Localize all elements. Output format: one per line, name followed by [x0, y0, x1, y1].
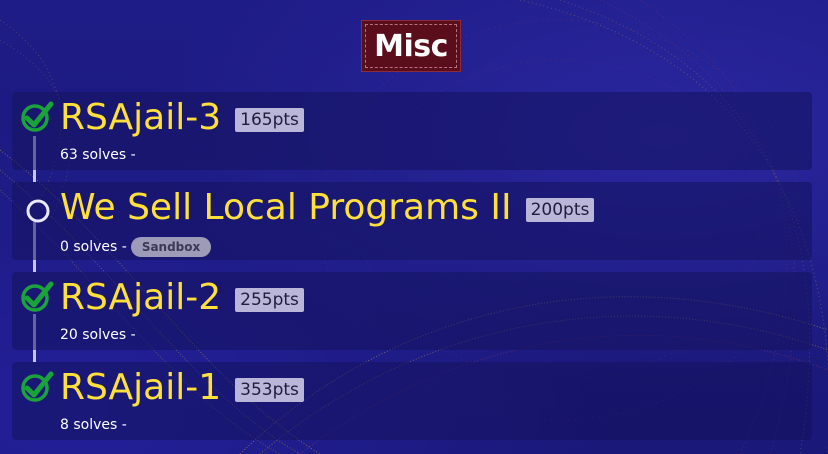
challenge-title[interactable]: We Sell Local Programs II	[60, 188, 512, 228]
solves-count: 63 solves -	[60, 147, 136, 163]
challenge-meta: 63 solves -	[60, 147, 136, 163]
points-badge: 255pts	[235, 288, 304, 312]
challenge-title[interactable]: RSAjail-3	[60, 98, 221, 138]
challenge-title[interactable]: RSAjail-2	[60, 278, 221, 318]
points-badge: 200pts	[525, 198, 595, 222]
challenge-card-rsajail-3[interactable]: RSAjail-3 165pts 63 solves -	[12, 92, 812, 170]
challenge-meta: 20 solves -	[60, 327, 136, 343]
circle-icon	[26, 199, 50, 223]
check-icon	[21, 281, 54, 312]
category-title: Misc	[374, 28, 448, 64]
challenge-meta: 8 solves -	[60, 417, 127, 433]
challenge-card-we-sell-local-programs-ii[interactable]: We Sell Local Programs II 200pts 0 solve…	[12, 182, 812, 260]
category-header: Misc	[361, 20, 461, 72]
challenge-title[interactable]: RSAjail-1	[60, 368, 221, 408]
challenge-card-rsajail-1[interactable]: RSAjail-1 353pts 8 solves -	[12, 362, 812, 440]
challenge-card-rsajail-2[interactable]: RSAjail-2 255pts 20 solves -	[12, 272, 812, 350]
tag-badge[interactable]: Sandbox	[130, 237, 212, 257]
check-icon	[21, 101, 54, 132]
challenge-meta: 0 solves - Sandbox	[60, 237, 212, 257]
solves-count: 20 solves -	[60, 327, 136, 343]
solves-count: 8 solves -	[60, 417, 127, 433]
check-icon	[21, 371, 54, 402]
solves-count: 0 solves -	[60, 239, 127, 255]
points-badge: 353pts	[235, 378, 304, 402]
points-badge: 165pts	[235, 108, 304, 132]
